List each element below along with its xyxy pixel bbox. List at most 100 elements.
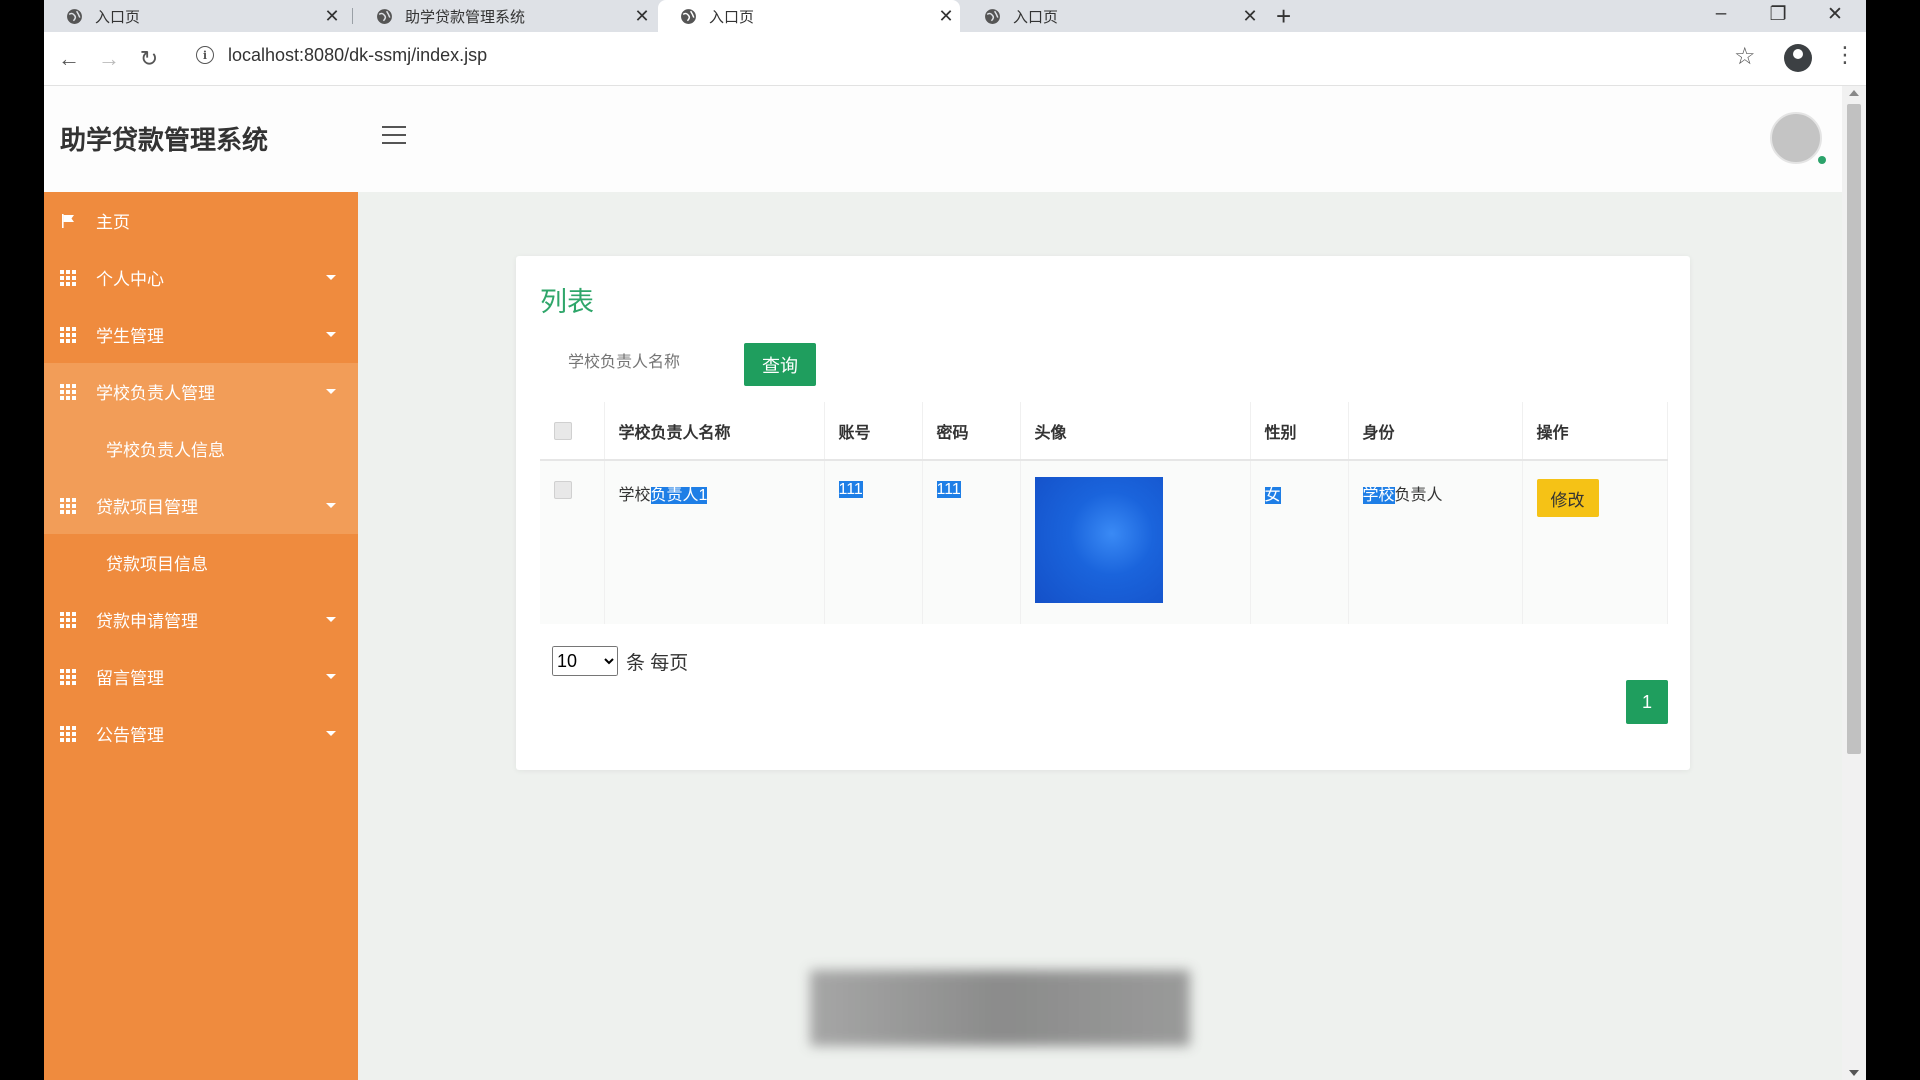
column-header[interactable]: 操作 [1522, 402, 1668, 461]
chevron-down-icon [326, 731, 336, 736]
role-selected-text: 学校 [1362, 487, 1395, 504]
password-text: 111 [936, 481, 961, 498]
column-header[interactable]: 头像 [1020, 402, 1251, 461]
sidebar-item-message-management[interactable]: 留言管理 [44, 648, 358, 705]
page-size-select[interactable]: 10 [552, 646, 618, 676]
minimize-icon[interactable]: – [1694, 0, 1748, 28]
edit-button[interactable]: 修改 [1536, 479, 1599, 517]
sidebar-item-label: 贷款项目管理 [96, 498, 198, 517]
sidebar-item-label: 贷款申请管理 [96, 612, 198, 631]
close-icon[interactable]: ✕ [318, 6, 346, 27]
sidebar-item-label: 学生管理 [96, 327, 164, 346]
select-all-checkbox[interactable] [554, 421, 572, 440]
scroll-down-arrow-icon[interactable] [1849, 1070, 1859, 1076]
column-header[interactable]: 学校负责人名称 [604, 402, 825, 461]
account-text: 111 [838, 481, 863, 498]
reload-icon[interactable]: ↻ [134, 44, 164, 74]
row-select-cell [540, 460, 605, 624]
gender-cell: 女 [1250, 460, 1349, 624]
gender-text: 女 [1264, 487, 1281, 504]
account-cell: 111 [824, 460, 923, 624]
browser-tab-2[interactable]: 助学贷款管理系统 ✕ [354, 0, 656, 32]
close-icon[interactable]: ✕ [1236, 6, 1264, 27]
sidebar-item-school-head-management[interactable]: 学校负责人管理 [44, 363, 358, 420]
sidebar-item-home[interactable]: 主页 [44, 192, 358, 249]
main-content: 列表 查询 学校负责人名称 账号 密码 头像 性别 身份 操作 [358, 192, 1866, 1080]
address-bar[interactable]: i localhost:8080/dk-ssmj/index.jsp [184, 38, 1784, 72]
tab-title: 助学贷款管理系统 [405, 8, 526, 26]
page-size-control: 10 条 每页 [552, 646, 688, 676]
grid-icon [60, 383, 76, 400]
chevron-down-icon [326, 617, 336, 622]
close-icon[interactable]: ✕ [932, 6, 960, 27]
column-header[interactable]: 账号 [824, 402, 923, 461]
globe-icon [67, 8, 82, 24]
sidebar-item-loan-project-management[interactable]: 贷款项目管理 [44, 477, 358, 534]
pagination-page-button[interactable]: 1 [1626, 680, 1668, 724]
page-title: 列表 [540, 287, 594, 317]
name-selected-text: 负责人1 [650, 487, 708, 504]
tab-title: 入口页 [1013, 8, 1059, 26]
sidebar-item-label: 贷款项目信息 [106, 555, 208, 574]
info-icon[interactable]: i [196, 46, 214, 64]
chevron-down-icon [326, 674, 336, 679]
menu-toggle-icon[interactable] [382, 126, 406, 144]
restore-icon[interactable]: ❐ [1751, 0, 1805, 28]
sidebar-item-notice-management[interactable]: 公告管理 [44, 705, 358, 762]
url-text: localhost:8080/dk-ssmj/index.jsp [228, 44, 488, 65]
list-card: 列表 查询 学校负责人名称 账号 密码 头像 性别 身份 操作 [516, 256, 1690, 770]
close-icon[interactable]: ✕ [628, 6, 656, 27]
scrollbar-thumb[interactable] [1847, 104, 1861, 754]
bookmark-star-icon[interactable]: ☆ [1734, 42, 1756, 71]
sidebar-item-label: 学校负责人管理 [96, 384, 215, 403]
sidebar-item-label: 学校负责人信息 [106, 441, 225, 460]
sidebar-item-student-management[interactable]: 学生管理 [44, 306, 358, 363]
grid-icon [60, 668, 76, 685]
column-header[interactable]: 密码 [922, 402, 1021, 461]
table-row: 学校 负责人1 111 111 女 学校负责人 修改 [540, 460, 1668, 624]
chevron-down-icon [326, 275, 336, 280]
sidebar-item-personal-center[interactable]: 个人中心 [44, 249, 358, 306]
page-size-label: 条 每页 [626, 652, 689, 674]
profile-icon[interactable] [1784, 44, 1812, 72]
new-tab-icon[interactable]: + [1276, 1, 1291, 32]
screen: 入口页 ✕ 助学贷款管理系统 ✕ 入口页 ✕ 入口页 ✕ + – ❐ ✕ ← →… [44, 0, 1866, 1080]
flag-icon [62, 213, 74, 228]
tab-title: 入口页 [95, 8, 141, 26]
sidebar-item-label: 个人中心 [96, 270, 164, 289]
column-header[interactable]: 身份 [1348, 402, 1523, 461]
scroll-up-arrow-icon[interactable] [1849, 90, 1859, 96]
search-button[interactable]: 查询 [744, 343, 816, 386]
tab-title: 入口页 [709, 8, 755, 26]
globe-icon [985, 8, 1000, 24]
forward-arrow-icon[interactable]: → [94, 44, 124, 74]
grid-icon [60, 497, 76, 514]
role-cell: 学校负责人 [1348, 460, 1523, 624]
browser-tab-3[interactable]: 入口页 ✕ [658, 0, 960, 32]
grid-icon [60, 611, 76, 628]
sidebar-subitem-loan-project-info[interactable]: 贷款项目信息 [44, 534, 358, 591]
table-header-row: 学校负责人名称 账号 密码 头像 性别 身份 操作 [540, 402, 1668, 461]
role-text: 负责人 [1394, 487, 1443, 504]
window-close-icon[interactable]: ✕ [1808, 0, 1862, 28]
password-cell: 111 [922, 460, 1021, 624]
back-arrow-icon[interactable]: ← [54, 44, 84, 74]
browser-tab-4[interactable]: 入口页 ✕ [962, 0, 1264, 32]
browser-tab-1[interactable]: 入口页 ✕ [44, 0, 346, 32]
sidebar-item-loan-application-management[interactable]: 贷款申请管理 [44, 591, 358, 648]
search-input[interactable] [546, 342, 752, 384]
select-all-header [540, 402, 605, 461]
page-scrollbar[interactable] [1842, 86, 1866, 1080]
sidebar-subitem-school-head-info[interactable]: 学校负责人信息 [44, 420, 358, 477]
data-table: 学校负责人名称 账号 密码 头像 性别 身份 操作 学校负责人1 111 111… [540, 402, 1668, 624]
chevron-down-icon [326, 503, 336, 508]
user-avatar[interactable] [1770, 112, 1826, 164]
browser-toolbar: ← → ↻ i localhost:8080/dk-ssmj/index.jsp… [44, 32, 1866, 86]
row-checkbox[interactable] [554, 481, 572, 499]
more-menu-icon[interactable]: ⋮ [1834, 42, 1856, 68]
grid-icon [60, 326, 76, 343]
column-header[interactable]: 性别 [1250, 402, 1349, 461]
avatar-image [1034, 477, 1163, 603]
chevron-down-icon [326, 389, 336, 394]
sidebar-item-label: 公告管理 [96, 726, 164, 745]
